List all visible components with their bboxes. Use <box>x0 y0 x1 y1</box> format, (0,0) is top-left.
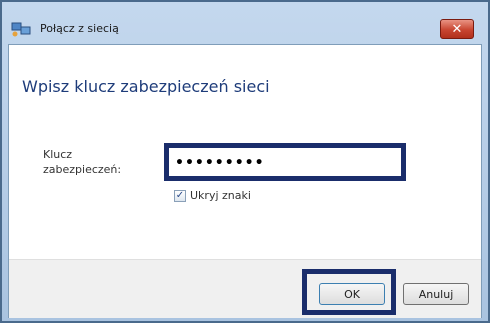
dialog-content: Wpisz klucz zabezpieczeń sieci Klucz zab… <box>8 44 482 318</box>
close-button[interactable]: ✕ <box>440 19 474 39</box>
cancel-button[interactable]: Anuluj <box>403 283 469 305</box>
hide-characters-label: Ukryj znaki <box>190 189 251 202</box>
checkmark-icon: ✓ <box>175 189 185 201</box>
security-key-label: Klucz zabezpieczeń: <box>43 148 122 176</box>
hide-characters-option[interactable]: ✓ Ukryj znaki <box>174 189 251 202</box>
window-title: Połącz z siecią <box>40 22 119 35</box>
security-key-value: ••••••••• <box>175 155 265 171</box>
close-icon: ✕ <box>451 21 463 37</box>
hide-characters-checkbox[interactable]: ✓ <box>174 189 186 202</box>
security-key-input[interactable]: ••••••••• <box>164 143 406 181</box>
connect-to-network-window: Połącz z siecią ✕ Wpisz klucz zabezpiecz… <box>0 0 490 323</box>
dialog-heading: Wpisz klucz zabezpieczeń sieci <box>22 77 270 96</box>
title-bar: Połącz z siecią ✕ <box>2 2 488 42</box>
dialog-footer: OK Anuluj <box>9 259 481 318</box>
network-icon <box>10 20 32 38</box>
ok-button[interactable]: OK <box>319 283 385 305</box>
